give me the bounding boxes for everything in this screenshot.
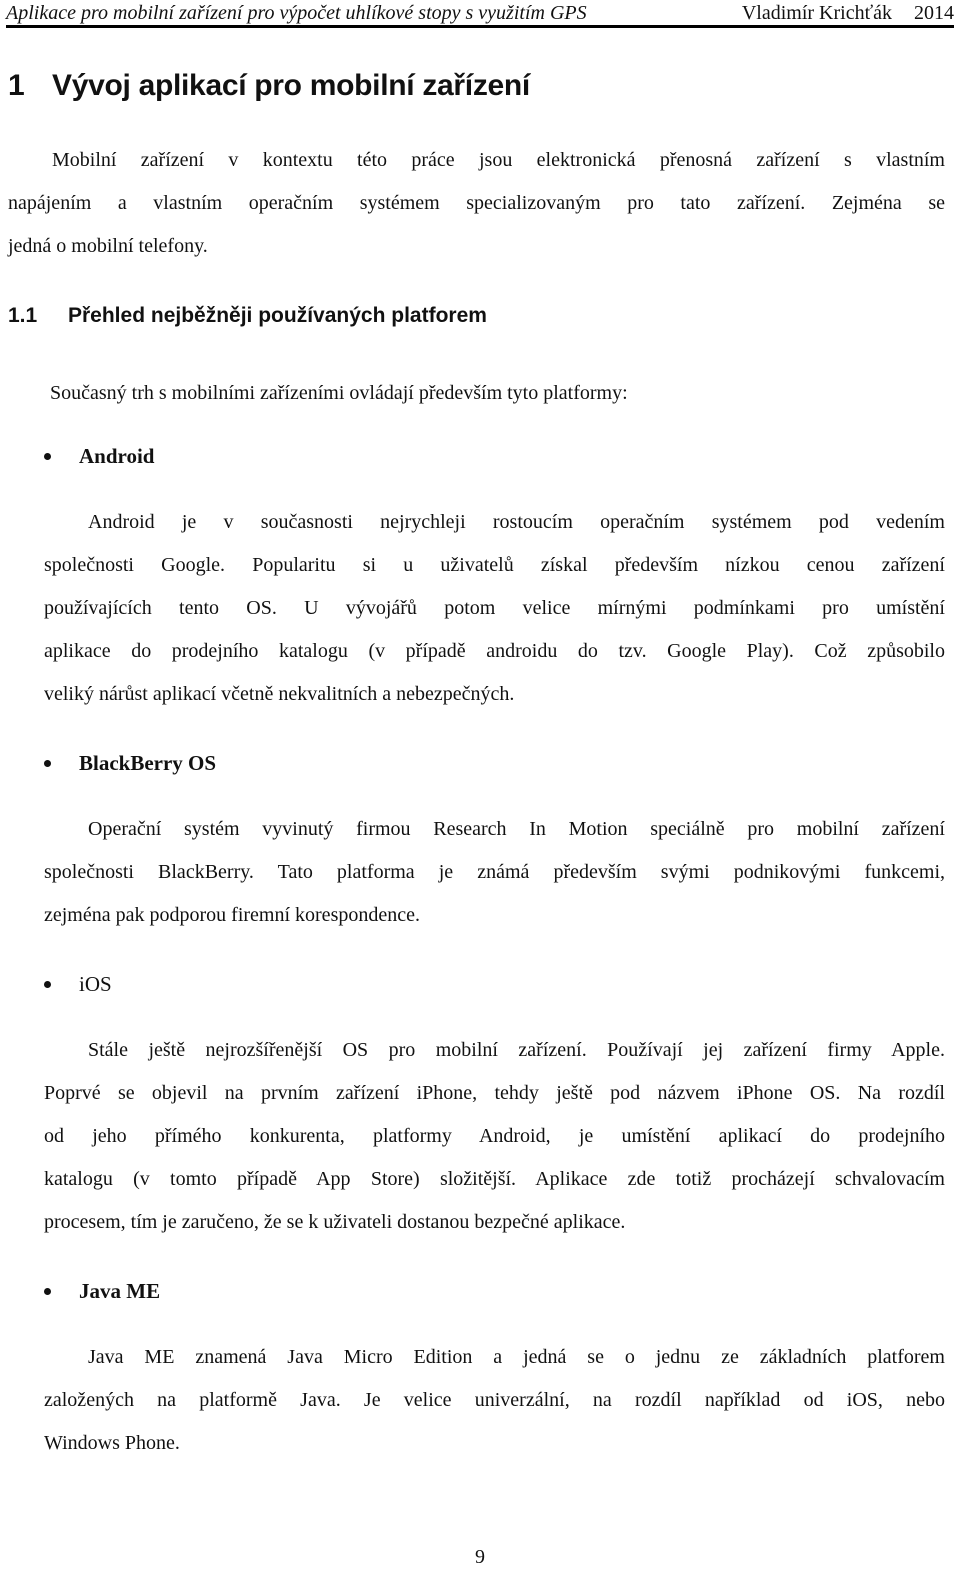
text-line: napájením a vlastním operačním systémem … (8, 192, 945, 214)
running-header: Aplikace pro mobilní zařízení pro výpoče… (6, 3, 954, 28)
header-author: Vladimír Krichťák (741, 2, 892, 24)
text-line: založených na platformě Java. Je velice … (44, 1389, 945, 1411)
platform-bullet-blackberry: BlackBerry OS (44, 749, 216, 777)
text-line: Android je v současnosti nejrychleji ros… (88, 511, 945, 533)
header-year: 2014 (914, 2, 954, 24)
text-line: od jeho přímého konkurenta, platformy An… (44, 1125, 945, 1147)
chapter-title: Vývoj aplikací pro mobilní zařízení (52, 69, 530, 102)
section-heading: 1.1 Přehled nejběžněji používaných platfo… (8, 302, 487, 330)
chapter-intro-paragraph: Mobilní zařízení v kontextu této práce j… (8, 139, 945, 268)
text-line: zejména pak podporou firemní koresponden… (44, 904, 420, 926)
text-line: Java ME znamená Java Micro Edition a jed… (88, 1346, 945, 1368)
platform-bullet-ios: iOS (44, 970, 112, 998)
platform-description-android: Android je v současnosti nejrychleji ros… (44, 501, 945, 716)
text-line: Poprvé se objevil na prvním zařízení iPh… (44, 1082, 945, 1104)
section-title: Přehled nejběžněji používaných platforem (68, 304, 487, 327)
section-intro-paragraph: Současný trh s mobilními zařízeními ovlá… (50, 372, 628, 415)
document-page: Aplikace pro mobilní zařízení pro výpoče… (0, 0, 960, 1595)
text-line: Operační systém vyvinutý firmou Research… (88, 818, 945, 840)
text-line: používajících tento OS. U vývojářů potom… (44, 597, 945, 619)
text-line: veliký nárůst aplikací včetně nekvalitní… (44, 683, 515, 705)
text-line: aplikace do prodejního katalogu (v přípa… (44, 640, 945, 662)
text-line: Současný trh s mobilními zařízeními ovlá… (50, 382, 628, 404)
chapter-number: 1 (8, 69, 25, 102)
text-line: společnosti Google. Popularitu si u uživ… (44, 554, 945, 576)
platform-name: Android (79, 444, 155, 468)
text-line: Mobilní zařízení v kontextu této práce j… (52, 149, 945, 171)
bullet-icon (44, 1287, 51, 1295)
platform-bullet-android: Android (44, 442, 154, 470)
section-number: 1.1 (8, 304, 38, 327)
platform-description-blackberry: Operační systém vyvinutý firmou Research… (44, 808, 945, 937)
text-line: Windows Phone. (44, 1432, 180, 1454)
chapter-heading: 1 Vývoj aplikací pro mobilní zařízení (8, 68, 530, 104)
text-line: jedná o mobilní telefony. (8, 235, 208, 257)
bullet-icon (44, 452, 51, 460)
bullet-icon (44, 980, 51, 988)
platform-name: Java ME (79, 1279, 161, 1303)
text-line: Stále ještě nejrozšířenější OS pro mobil… (88, 1039, 945, 1061)
bullet-icon (44, 759, 51, 767)
text-line: procesem, tím je zaručeno, že se k uživa… (44, 1211, 626, 1233)
page-number: 9 (475, 1546, 485, 1568)
platform-name: iOS (79, 972, 112, 996)
text-line: katalogu (v tomto případě App Store) slo… (44, 1168, 945, 1190)
header-title: Aplikace pro mobilní zařízení pro výpoče… (6, 2, 587, 24)
platform-bullet-javame: Java ME (44, 1277, 160, 1305)
platform-description-javame: Java ME znamená Java Micro Edition a jed… (44, 1336, 945, 1465)
platform-name: BlackBerry OS (79, 751, 217, 775)
platform-description-ios: Stále ještě nejrozšířenější OS pro mobil… (44, 1029, 945, 1244)
text-line: společnosti BlackBerry. Tato platforma j… (44, 861, 945, 883)
